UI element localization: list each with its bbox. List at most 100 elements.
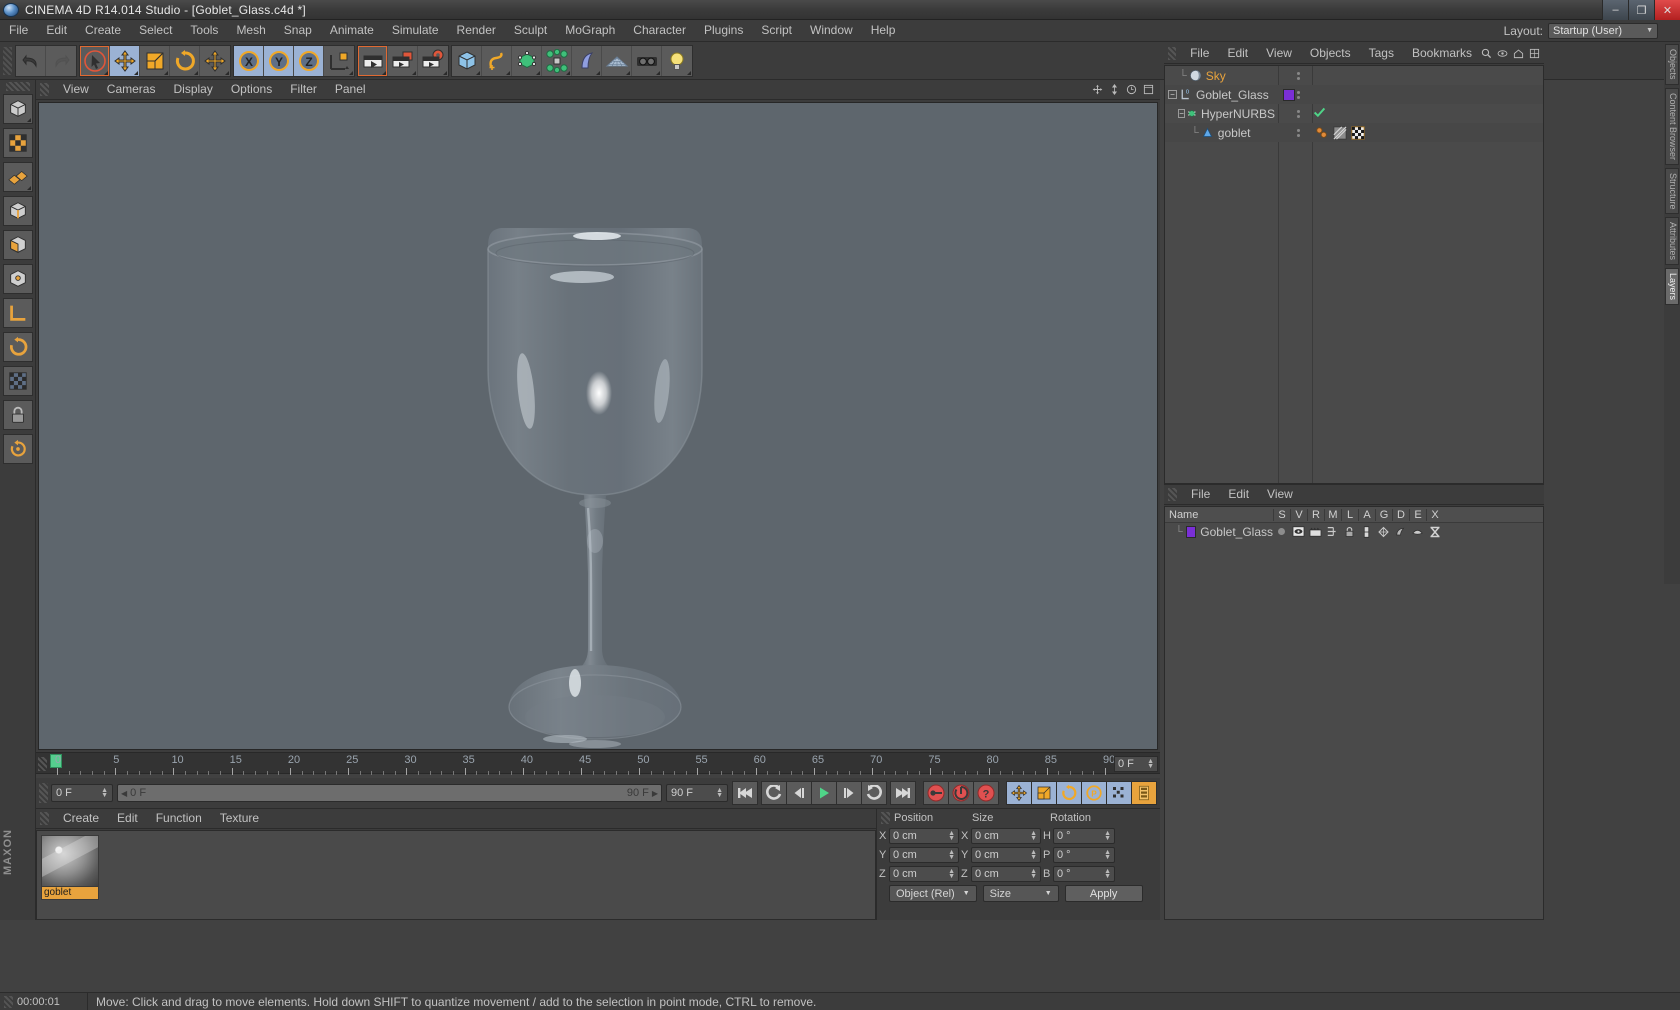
object-row-sky[interactable]: └ Sky	[1165, 66, 1543, 85]
next-key-button[interactable]	[861, 781, 887, 805]
menu-edit[interactable]: Edit	[37, 20, 76, 41]
texture-axis-tool[interactable]	[2, 366, 33, 396]
layers-menu-view[interactable]: View	[1258, 485, 1302, 504]
spinner-icon[interactable]: ▲ ▼	[948, 830, 955, 842]
rotation-p-field[interactable]: 0 ° ▲ ▼	[1053, 847, 1115, 863]
layers-menu-edit[interactable]: Edit	[1219, 485, 1258, 504]
deformer-icon[interactable]	[1394, 526, 1407, 538]
rotate-tool[interactable]	[170, 45, 200, 76]
spinner-icon[interactable]: ▲ ▼	[1030, 868, 1037, 880]
viewport-canvas[interactable]	[38, 102, 1158, 750]
rotation-h-field[interactable]: 0 ° ▲ ▼	[1053, 828, 1115, 844]
position-key-toggle[interactable]	[1006, 781, 1032, 805]
go-to-end-button[interactable]	[890, 781, 916, 805]
menu-snap[interactable]: Snap	[275, 20, 321, 41]
layer-manager-cell[interactable]	[1324, 526, 1341, 537]
add-cube-button[interactable]	[452, 45, 482, 76]
render-view-button[interactable]	[358, 45, 388, 76]
object-manager-grip[interactable]	[1168, 47, 1177, 60]
zoom-view-icon[interactable]	[1109, 84, 1120, 95]
menu-animate[interactable]: Animate	[321, 20, 383, 41]
material-preview-thumbnail[interactable]	[41, 835, 99, 887]
range-right-arrow-icon[interactable]: ▶	[652, 789, 658, 798]
layers-col-a[interactable]: A	[1358, 508, 1375, 521]
layer-color-swatch[interactable]	[1283, 88, 1295, 101]
material-menu-function[interactable]: Function	[147, 809, 211, 828]
size-y-field[interactable]: 0 cm ▲ ▼	[971, 847, 1041, 863]
spinner-icon[interactable]: ▲ ▼	[101, 787, 108, 799]
left-palette-grip[interactable]	[5, 82, 30, 91]
layers-col-s[interactable]: S	[1273, 508, 1290, 521]
spinner-icon[interactable]: ▲ ▼	[1104, 868, 1111, 880]
viewport-grip[interactable]	[40, 83, 49, 96]
object-row-goblet[interactable]: └ goblet	[1165, 123, 1543, 142]
coordinates-grip[interactable]	[881, 812, 890, 824]
layer-animation-cell[interactable]	[1358, 525, 1375, 538]
render-dots[interactable]	[1297, 109, 1300, 118]
pla-key-toggle[interactable]: P	[1081, 781, 1107, 805]
layers-col-d[interactable]: D	[1392, 508, 1409, 521]
play-button[interactable]	[811, 781, 837, 805]
xref-icon[interactable]	[1429, 526, 1441, 538]
tab-content-browser[interactable]: Content Browser	[1665, 87, 1679, 165]
material-menu-create[interactable]: Create	[54, 809, 108, 828]
material-list[interactable]: goblet	[36, 830, 876, 920]
add-deformer-button[interactable]	[572, 45, 602, 76]
add-modeling-object-button[interactable]	[542, 45, 572, 76]
layer-expression-cell[interactable]	[1409, 526, 1426, 537]
transport-grip[interactable]	[39, 783, 48, 803]
render-dots[interactable]	[1297, 71, 1300, 80]
rotation-b-field[interactable]: 0 ° ▲ ▼	[1053, 866, 1115, 882]
object-menu-edit[interactable]: Edit	[1218, 44, 1257, 63]
viewport-menu-panel[interactable]: Panel	[326, 80, 375, 99]
position-x-field[interactable]: 0 cm ▲ ▼	[889, 828, 959, 844]
viewport-menu-display[interactable]: Display	[164, 80, 221, 99]
size-z-field[interactable]: 0 cm ▲ ▼	[971, 866, 1041, 882]
layer-row-goblet-glass[interactable]: └ Goblet_Glass	[1165, 523, 1543, 540]
spinner-icon[interactable]: ▲ ▼	[1030, 849, 1037, 861]
viewport-menu-cameras[interactable]: Cameras	[98, 80, 165, 99]
lock-workplane-tool[interactable]	[2, 400, 33, 430]
tab-layers[interactable]: Layers	[1665, 268, 1679, 306]
menu-help[interactable]: Help	[862, 20, 905, 41]
add-spline-button[interactable]	[482, 45, 512, 76]
size-mode-dropdown[interactable]: Size ▼	[982, 885, 1059, 902]
redo-button[interactable]	[46, 45, 76, 76]
spinner-icon[interactable]: ▲ ▼	[1030, 830, 1037, 842]
layout-icon[interactable]	[1529, 48, 1540, 59]
render-dots[interactable]	[1297, 128, 1300, 137]
spinner-icon[interactable]: ▲ ▼	[1104, 849, 1111, 861]
scale-key-toggle[interactable]	[1031, 781, 1057, 805]
viewport-menu-view[interactable]: View	[54, 80, 98, 99]
layout-dropdown[interactable]: Startup (User) ▼	[1548, 22, 1658, 39]
pan-view-icon[interactable]	[1092, 84, 1103, 95]
menu-simulate[interactable]: Simulate	[383, 20, 448, 41]
spinner-icon[interactable]: ▲ ▼	[948, 868, 955, 880]
material-menu-texture[interactable]: Texture	[211, 809, 268, 828]
collapse-expand-icon[interactable]: −	[1178, 109, 1186, 118]
scale-tool[interactable]	[140, 45, 170, 76]
points-mode-tool[interactable]	[2, 162, 33, 192]
lock-icon[interactable]	[1344, 526, 1355, 538]
home-icon[interactable]	[1513, 48, 1524, 59]
max-frame-field[interactable]: 90 F ▲ ▼	[666, 784, 728, 802]
move-tool[interactable]	[110, 45, 140, 76]
menu-render[interactable]: Render	[448, 20, 505, 41]
visible-eye-icon[interactable]	[1292, 526, 1305, 537]
animation-icon[interactable]	[1362, 525, 1371, 538]
range-left-arrow-icon[interactable]: ◀	[121, 789, 127, 798]
preview-range-bar[interactable]: ◀ 0 F 90 F ▶	[117, 784, 662, 802]
layers-col-r[interactable]: R	[1307, 508, 1324, 521]
reset-transform-tool[interactable]	[200, 45, 230, 76]
world-object-coordinates[interactable]	[324, 45, 354, 76]
apply-button[interactable]: Apply	[1064, 885, 1143, 902]
object-menu-bookmarks[interactable]: Bookmarks	[1403, 44, 1481, 63]
toolbar-grip[interactable]	[3, 46, 12, 75]
go-to-start-button[interactable]	[732, 781, 758, 805]
menu-create[interactable]: Create	[76, 20, 130, 41]
autokeying-button[interactable]	[948, 781, 974, 805]
lock-x-axis[interactable]: X	[234, 45, 264, 76]
layers-col-x[interactable]: X	[1426, 508, 1443, 521]
menu-window[interactable]: Window	[801, 20, 862, 41]
rotate-view-icon[interactable]	[1126, 84, 1137, 95]
